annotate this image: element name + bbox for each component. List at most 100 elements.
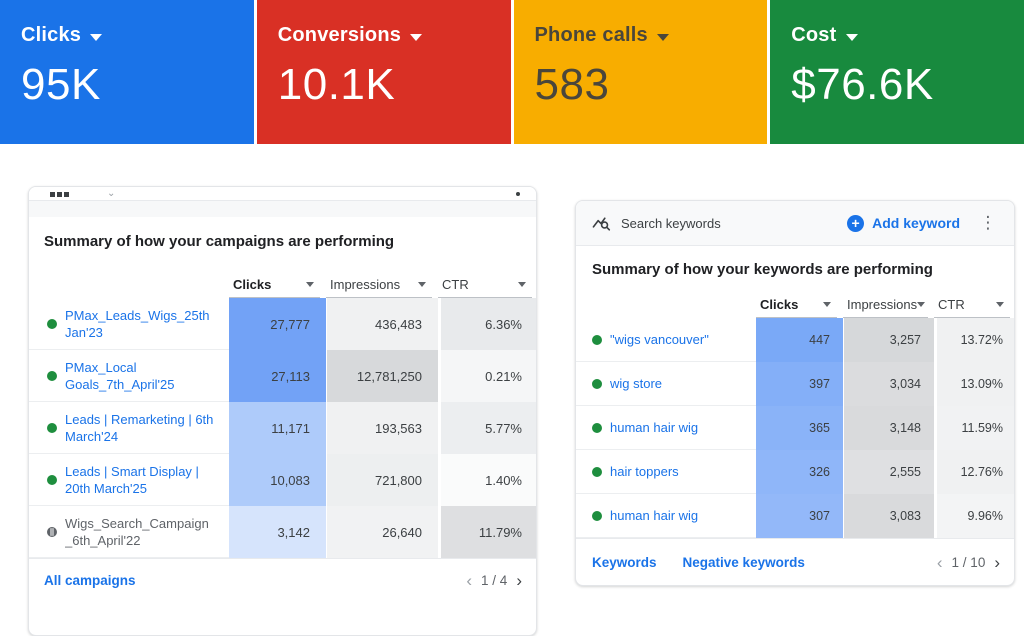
impressions-cell: 3,257 bbox=[843, 318, 934, 362]
impressions-cell: 3,034 bbox=[843, 362, 934, 406]
table-row[interactable]: PMax_Leads_Wigs_25th Jan'23 27,777 436,4… bbox=[29, 298, 536, 350]
column-label: Clicks bbox=[233, 277, 272, 292]
scorecard-metric-dropdown[interactable]: Phone calls bbox=[535, 24, 768, 47]
kebab-menu-icon[interactable]: ⋮ bbox=[974, 213, 1002, 233]
plus-icon: + bbox=[847, 214, 865, 232]
page-indicator: 1 / 10 bbox=[951, 554, 986, 570]
add-keyword-label: Add keyword bbox=[872, 215, 960, 231]
keyword-link[interactable]: human hair wig bbox=[610, 507, 756, 524]
status-enabled-icon bbox=[47, 370, 57, 381]
column-header-clicks[interactable]: Clicks bbox=[756, 297, 837, 318]
grid-icon bbox=[64, 192, 69, 197]
next-page-icon[interactable]: › bbox=[516, 572, 522, 589]
status-enabled-icon bbox=[47, 422, 57, 433]
status-cell bbox=[576, 450, 610, 494]
tab-negative-keywords[interactable]: Negative keywords bbox=[683, 555, 805, 570]
column-header-impressions[interactable]: Impressions bbox=[843, 297, 928, 318]
add-keyword-button[interactable]: + Add keyword bbox=[841, 211, 966, 236]
more-menu-icon[interactable] bbox=[516, 192, 520, 196]
chevron-down-icon bbox=[823, 302, 831, 307]
column-label: CTR bbox=[938, 297, 965, 312]
scorecard-metric-dropdown[interactable]: Cost bbox=[791, 24, 1024, 47]
scorecard-metric-dropdown[interactable]: Conversions bbox=[278, 24, 511, 47]
ctr-cell: 9.96% bbox=[934, 494, 1014, 538]
clicks-cell: 307 bbox=[756, 494, 843, 538]
all-campaigns-link[interactable]: All campaigns bbox=[44, 573, 136, 588]
table-row[interactable]: hair toppers 326 2,555 12.76% bbox=[576, 450, 1014, 494]
keywords-footer: Keywords Negative keywords ‹ 1 / 10 › bbox=[576, 538, 1014, 585]
column-header-impressions[interactable]: Impressions bbox=[326, 277, 432, 298]
scorecard-value: 95K bbox=[21, 60, 101, 109]
column-label: Impressions bbox=[330, 277, 401, 292]
table-row[interactable]: human hair wig 365 3,148 11.59% bbox=[576, 406, 1014, 450]
keywords-toolbar: Search keywords + Add keyword ⋮ bbox=[576, 201, 1014, 246]
clipped-toolbar: ⌄ bbox=[29, 187, 536, 201]
table-row[interactable]: human hair wig 307 3,083 9.96% bbox=[576, 494, 1014, 538]
tab-keywords[interactable]: Keywords bbox=[592, 555, 657, 570]
scorecard-metric-dropdown[interactable]: Clicks bbox=[21, 24, 254, 47]
clicks-cell: 11,171 bbox=[229, 402, 326, 454]
chevron-down-icon bbox=[845, 33, 858, 41]
toolbar-shadow-band bbox=[29, 201, 536, 217]
chevron-down-icon: ⌄ bbox=[107, 188, 116, 199]
previous-page-icon[interactable]: ‹ bbox=[466, 572, 472, 589]
clicks-cell: 27,113 bbox=[229, 350, 326, 402]
campaign-link[interactable]: Wigs_Search_Campaign _6th_April'22 bbox=[65, 515, 229, 549]
ctr-cell: 1.40% bbox=[438, 454, 536, 506]
status-cell bbox=[576, 362, 610, 406]
keyword-link[interactable]: human hair wig bbox=[610, 419, 756, 436]
scorecard-label: Clicks bbox=[21, 24, 82, 46]
table-row[interactable]: PMax_Local Goals_7th_April'25 27,113 12,… bbox=[29, 350, 536, 402]
scorecard-clicks[interactable]: Clicks 95K bbox=[0, 0, 254, 144]
keyword-link[interactable]: hair toppers bbox=[610, 463, 756, 480]
campaigns-summary-title: Summary of how your campaigns are perfor… bbox=[44, 233, 395, 250]
keyword-link[interactable]: wig store bbox=[610, 375, 756, 392]
ctr-cell: 5.77% bbox=[438, 402, 536, 454]
table-row[interactable]: Wigs_Search_Campaign _6th_April'22 3,142… bbox=[29, 506, 536, 558]
table-row[interactable]: Leads | Remarketing | 6th March'24 11,17… bbox=[29, 402, 536, 454]
campaign-link[interactable]: PMax_Local Goals_7th_April'25 bbox=[65, 359, 229, 393]
ctr-cell: 13.09% bbox=[934, 362, 1014, 406]
scorecard-phone-calls[interactable]: Phone calls 583 bbox=[513, 0, 768, 144]
chevron-down-icon bbox=[306, 282, 314, 287]
clicks-cell: 27,777 bbox=[229, 298, 326, 350]
impressions-cell: 3,083 bbox=[843, 494, 934, 538]
column-header-ctr[interactable]: CTR bbox=[934, 297, 1010, 318]
table-row[interactable]: "wigs vancouver" 447 3,257 13.72% bbox=[576, 318, 1014, 362]
chevron-down-icon bbox=[656, 33, 669, 41]
chevron-down-icon bbox=[996, 302, 1004, 307]
table-row[interactable]: wig store 397 3,034 13.09% bbox=[576, 362, 1014, 406]
next-page-icon[interactable]: › bbox=[994, 554, 1000, 571]
status-enabled-icon bbox=[592, 422, 602, 433]
scorecard-cost[interactable]: Cost $76.6K bbox=[770, 0, 1024, 144]
scorecard-conversions[interactable]: Conversions 10.1K bbox=[256, 0, 511, 144]
campaigns-footer: All campaigns ‹ 1 / 4 › bbox=[29, 558, 536, 602]
ctr-cell: 12.76% bbox=[934, 450, 1014, 494]
clicks-cell: 447 bbox=[756, 318, 843, 362]
status-enabled-icon bbox=[592, 334, 602, 345]
ctr-cell: 11.59% bbox=[934, 406, 1014, 450]
table-row[interactable]: Leads | Smart Display | 20th March'25 10… bbox=[29, 454, 536, 506]
campaigns-table-header: Clicks Impressions CTR bbox=[29, 264, 536, 298]
column-header-ctr[interactable]: CTR bbox=[438, 277, 532, 298]
campaign-link[interactable]: Leads | Smart Display | 20th March'25 bbox=[65, 463, 229, 497]
column-header-clicks[interactable]: Clicks bbox=[229, 277, 320, 298]
campaign-link[interactable]: Leads | Remarketing | 6th March'24 bbox=[65, 411, 229, 445]
impressions-cell: 3,148 bbox=[843, 406, 934, 450]
impressions-cell: 721,800 bbox=[326, 454, 438, 506]
scorecard-value: $76.6K bbox=[791, 60, 934, 109]
scorecard-label: Conversions bbox=[277, 24, 402, 46]
ctr-cell: 0.21% bbox=[438, 350, 536, 402]
keyword-link[interactable]: "wigs vancouver" bbox=[610, 331, 756, 348]
campaign-link[interactable]: PMax_Leads_Wigs_25th Jan'23 bbox=[65, 307, 229, 341]
scorecard-strip: Clicks 95K Conversions 10.1K Phone calls… bbox=[0, 0, 1024, 144]
ctr-cell: 6.36% bbox=[438, 298, 536, 350]
previous-page-icon[interactable]: ‹ bbox=[937, 554, 943, 571]
scorecard-label: Phone calls bbox=[534, 24, 648, 46]
pagination: ‹ 1 / 4 › bbox=[466, 572, 522, 589]
status-cell bbox=[576, 406, 610, 450]
status-enabled-icon bbox=[592, 510, 602, 521]
clicks-cell: 397 bbox=[756, 362, 843, 406]
clicks-cell: 326 bbox=[756, 450, 843, 494]
chevron-down-icon bbox=[418, 282, 426, 287]
